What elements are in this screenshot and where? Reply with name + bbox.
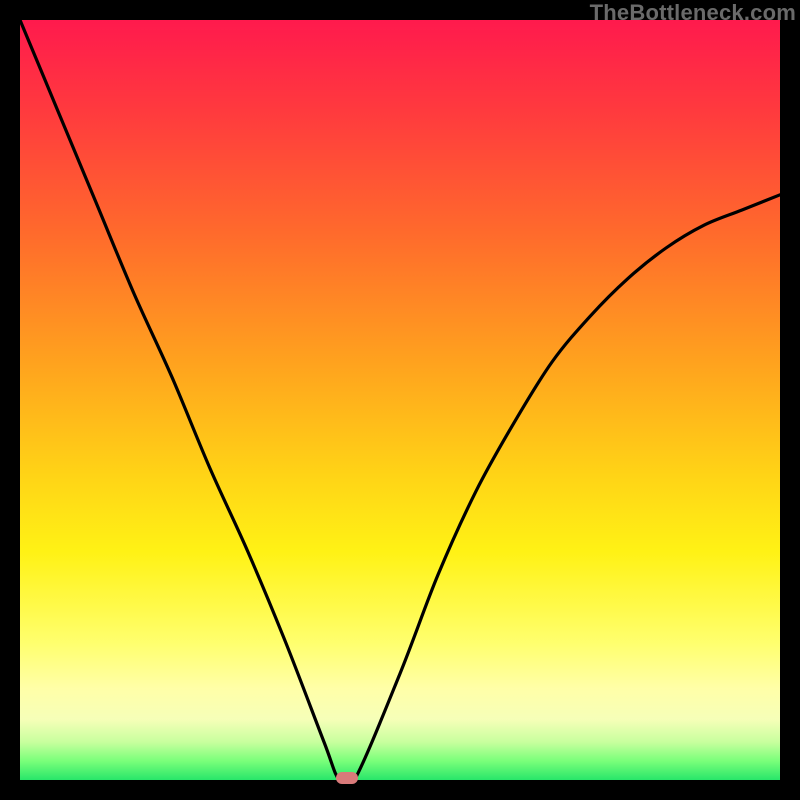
bottleneck-curve (20, 20, 780, 780)
optimum-marker (336, 772, 358, 784)
chart-frame (20, 20, 780, 780)
watermark-label: TheBottleneck.com (590, 0, 796, 26)
